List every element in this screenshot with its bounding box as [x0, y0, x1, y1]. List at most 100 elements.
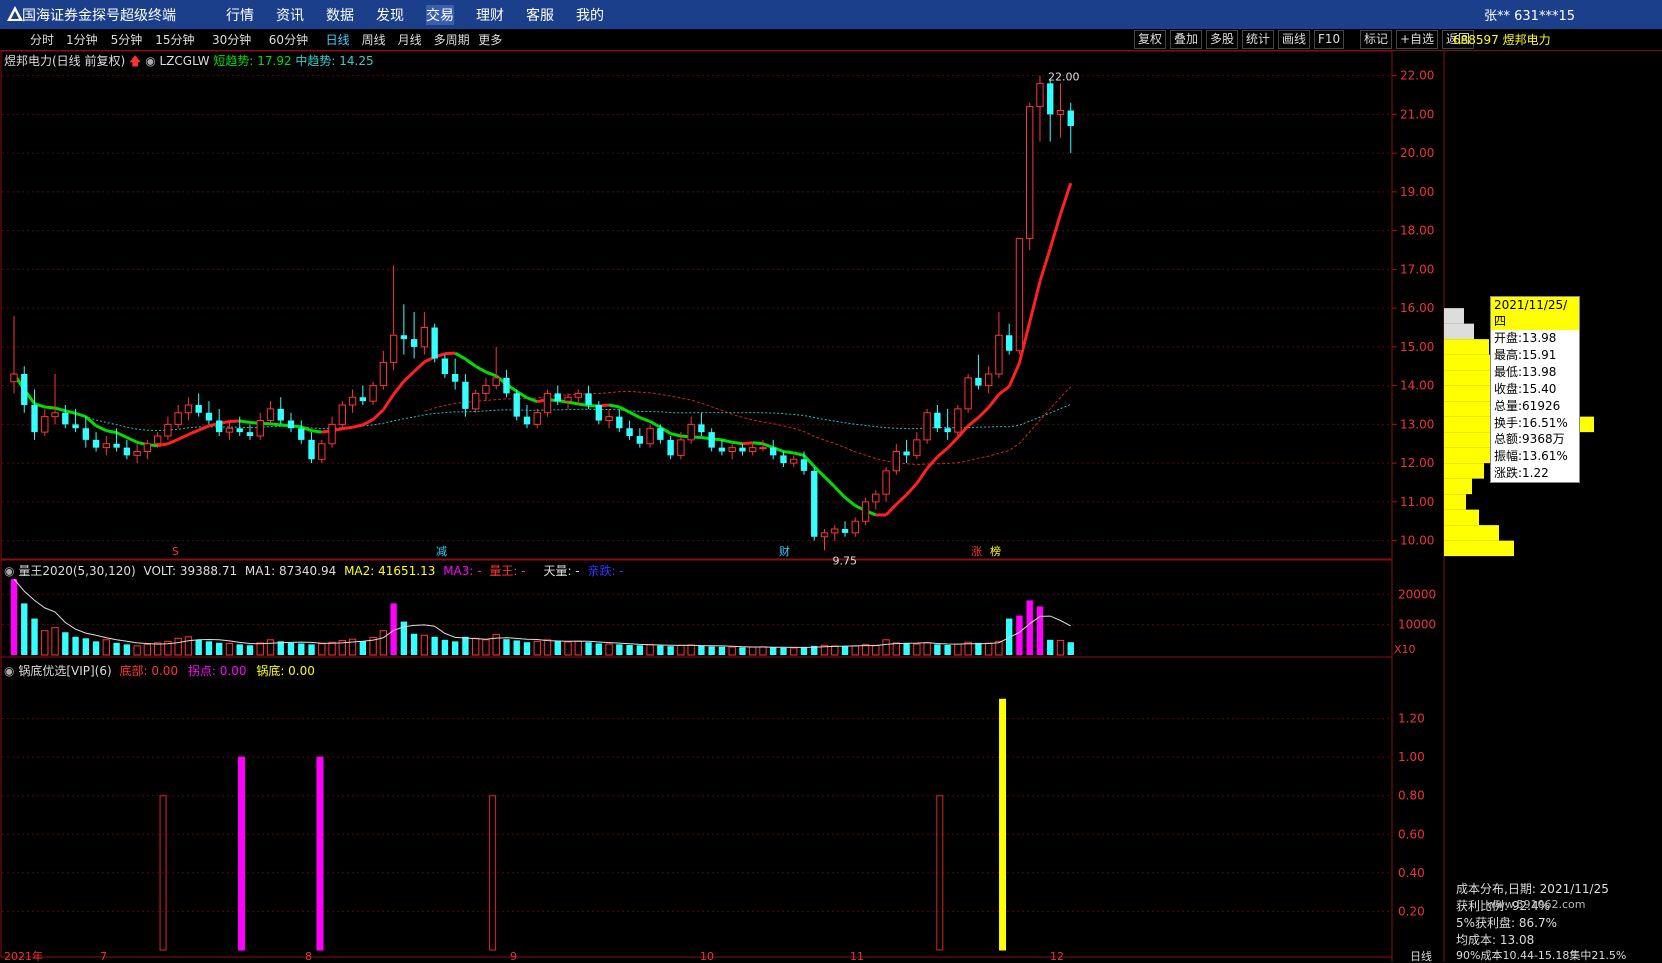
tool-button-3[interactable]: 统计 — [1242, 30, 1274, 49]
candle-body — [514, 393, 520, 416]
candle-body — [832, 529, 838, 533]
candle-body — [431, 328, 437, 359]
tool-button-2[interactable]: 多股 — [1206, 30, 1238, 49]
candle-body — [955, 409, 961, 432]
candle-body — [544, 393, 550, 412]
volume-bar — [21, 603, 27, 655]
candle-body — [524, 417, 530, 425]
event-marker: 涨 — [971, 545, 982, 558]
candle-body — [1047, 83, 1053, 114]
volume-bar — [278, 641, 284, 655]
tool-button-7[interactable]: +自选 — [1396, 30, 1438, 49]
short-ma-segment — [732, 442, 742, 443]
candle-body — [154, 436, 160, 444]
y-tick-label: 21.00 — [1400, 107, 1434, 121]
candle-body — [442, 359, 448, 375]
tool-button-0[interactable]: 复权 — [1134, 30, 1166, 49]
y-tick-label: 13.00 — [1400, 417, 1434, 431]
volume-bar — [298, 643, 304, 655]
event-marker: 减 — [436, 545, 447, 558]
x-axis-month: 7 — [100, 950, 107, 962]
period-tab-9[interactable]: 多周期 — [434, 31, 470, 48]
period-tab-10[interactable]: 更多 — [478, 31, 502, 48]
volume-bar — [103, 640, 109, 655]
candle-body — [278, 409, 284, 421]
x-axis-year: 2021年 — [4, 949, 43, 962]
volume-bar — [226, 643, 232, 655]
candle-body — [370, 386, 376, 402]
volume-bar — [514, 640, 520, 655]
menu-item-0[interactable]: 行情 — [226, 5, 254, 25]
short-ma-segment — [907, 483, 917, 494]
candle-body — [883, 471, 889, 494]
short-ma-segment — [1009, 363, 1019, 387]
period-tab-6[interactable]: 日线 — [326, 31, 350, 48]
volume-bar — [996, 641, 1002, 655]
cost-profit: 5%获利盘: 86.7% — [1456, 914, 1557, 931]
stock-chart[interactable]: 22.0021.0020.0019.0018.0017.0016.0015.00… — [0, 50, 1662, 962]
candle-body — [72, 424, 78, 428]
short-ma-segment — [476, 366, 486, 372]
short-ma-segment — [640, 418, 650, 422]
menu-item-5[interactable]: 理财 — [476, 5, 504, 25]
candle-body — [237, 428, 243, 432]
short-ma-segment — [1060, 183, 1070, 214]
menu-item-2[interactable]: 数据 — [326, 5, 354, 25]
tool-button-5[interactable]: F10 — [1314, 30, 1344, 49]
tool-button-4[interactable]: 画线 — [1278, 30, 1310, 49]
menu-item-3[interactable]: 发现 — [376, 5, 404, 25]
volume-bar — [83, 638, 89, 655]
short-ma-segment — [394, 381, 404, 394]
period-tab-1[interactable]: 1分钟 — [66, 31, 98, 48]
period-tab-3[interactable]: 15分钟 — [155, 31, 194, 48]
candle-body — [965, 378, 971, 409]
candle-body — [934, 413, 940, 429]
volume-bar — [380, 631, 386, 655]
volume-bar — [1057, 640, 1063, 655]
candle-body — [360, 397, 366, 401]
candle-body — [124, 448, 130, 456]
volume-bar — [1027, 600, 1033, 655]
x-axis-month: 12 — [1050, 950, 1064, 962]
short-ma-segment — [989, 394, 999, 407]
bottom-tick-label: 1.20 — [1398, 712, 1425, 726]
candle-body — [339, 405, 345, 424]
x-axis-period: 日线 — [1410, 949, 1432, 962]
volume-bar — [329, 642, 335, 655]
tool-button-1[interactable]: 叠加 — [1170, 30, 1202, 49]
y-tick-label: 18.00 — [1400, 224, 1434, 238]
y-tick-label: 12.00 — [1400, 456, 1434, 470]
volume-bar — [421, 635, 427, 655]
period-tab-5[interactable]: 60分钟 — [269, 31, 308, 48]
candle-body — [257, 421, 263, 437]
cost-distribution-bar — [1444, 463, 1484, 479]
candle-body — [329, 424, 335, 443]
period-tab-2[interactable]: 5分钟 — [111, 31, 143, 48]
volume-bar — [934, 644, 940, 655]
candle-body — [555, 393, 561, 401]
tool-button-6[interactable]: 标记 — [1360, 30, 1392, 49]
cost-date: 成本分布,日期: 2021/11/25 — [1456, 880, 1609, 897]
period-tab-0[interactable]: 分时 — [30, 31, 54, 48]
bottom-tick-label: 0.60 — [1398, 827, 1425, 841]
candle-body — [452, 374, 458, 382]
bottom-panel-frame — [1, 657, 1392, 957]
candle-body — [247, 432, 253, 436]
event-marker: S — [172, 545, 179, 558]
period-tab-7[interactable]: 周线 — [362, 31, 386, 48]
menu-item-1[interactable]: 资讯 — [276, 5, 304, 25]
candle-body — [678, 440, 684, 456]
volume-bar — [134, 646, 140, 655]
short-ma-segment — [404, 372, 414, 382]
user-account[interactable]: 张** 631***15 — [1484, 5, 1575, 24]
candle-body — [637, 436, 643, 444]
period-tab-4[interactable]: 30分钟 — [212, 31, 251, 48]
short-ma-segment — [619, 407, 629, 412]
menu-item-4[interactable]: 交易 — [426, 5, 454, 25]
cost-distribution-bar — [1444, 479, 1472, 495]
period-tab-8[interactable]: 月线 — [398, 31, 422, 48]
volume-bar — [206, 641, 212, 655]
menu-item-6[interactable]: 客服 — [526, 5, 554, 25]
menu-item-7[interactable]: 我的 — [576, 5, 604, 25]
y-tick-label: 15.00 — [1400, 340, 1434, 354]
